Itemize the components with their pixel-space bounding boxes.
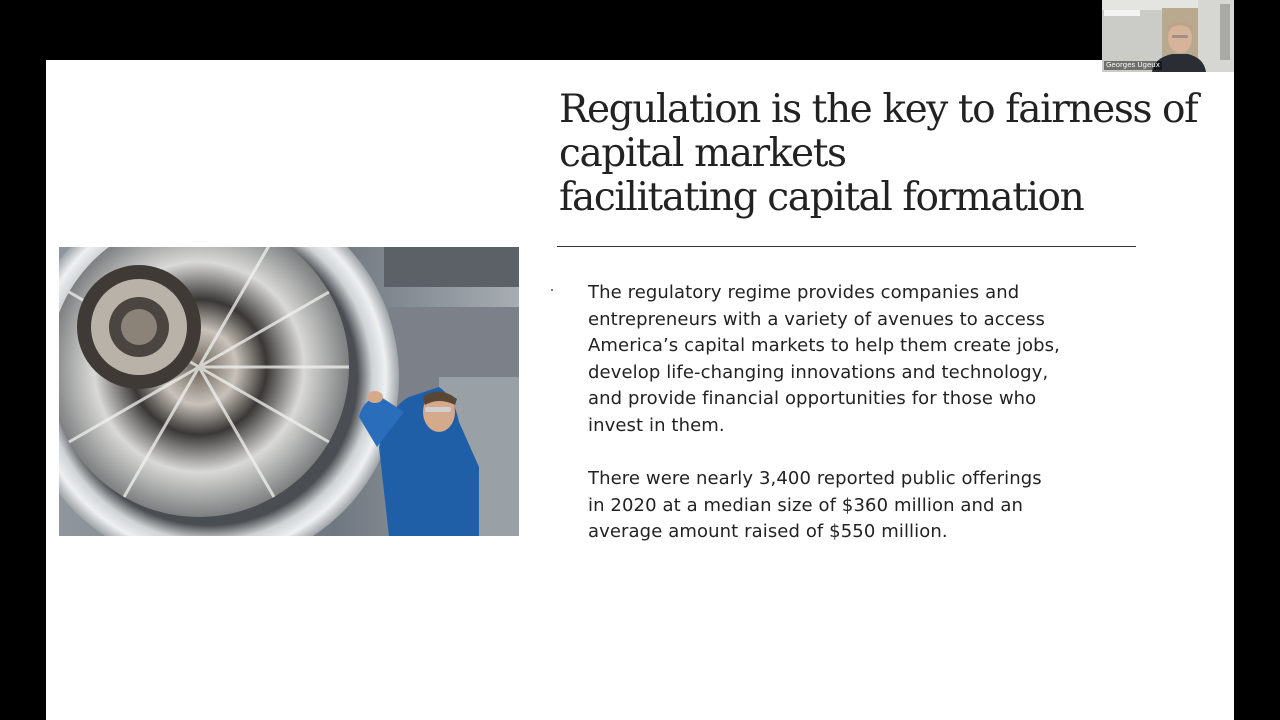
body-line: average amount raised of $550 million.	[588, 521, 948, 543]
presentation-slide: Regulation is the key to fairness of cap…	[46, 60, 1234, 720]
body-line: America’s capital markets to help them c…	[588, 335, 1060, 357]
title-divider	[557, 246, 1136, 247]
body-paragraph: The regulatory regime provides companies…	[588, 280, 1088, 440]
slide-title-line: Regulation is the key to fairness of	[559, 87, 1199, 132]
slide-title-line: facilitating capital formation	[559, 175, 1085, 220]
slide-body-text: The regulatory regime provides companies…	[588, 280, 1088, 546]
screen-share-view: Regulation is the key to fairness of cap…	[0, 0, 1280, 720]
body-line: develop life-changing innovations and te…	[588, 361, 1049, 383]
participant-video-tile[interactable]: Georges Ugeux	[1102, 0, 1234, 72]
slide-title-line: capital markets	[559, 131, 847, 176]
stray-bullet-mark	[551, 289, 553, 291]
body-line: entrepreneurs with a variety of avenues …	[588, 308, 1045, 330]
jet-engine-photo	[59, 247, 519, 536]
body-line: in 2020 at a median size of $360 million…	[588, 494, 1024, 516]
body-line: invest in them.	[588, 414, 725, 436]
participant-name-label: Georges Ugeux	[1104, 61, 1162, 70]
slide-title: Regulation is the key to fairness of cap…	[559, 87, 1199, 220]
body-line: and provide financial opportunities for …	[588, 388, 1037, 410]
body-line: The regulatory regime provides companies…	[588, 282, 1020, 303]
body-paragraph: There were nearly 3,400 reported public …	[588, 466, 1088, 546]
body-line: There were nearly 3,400 reported public …	[588, 468, 1042, 490]
